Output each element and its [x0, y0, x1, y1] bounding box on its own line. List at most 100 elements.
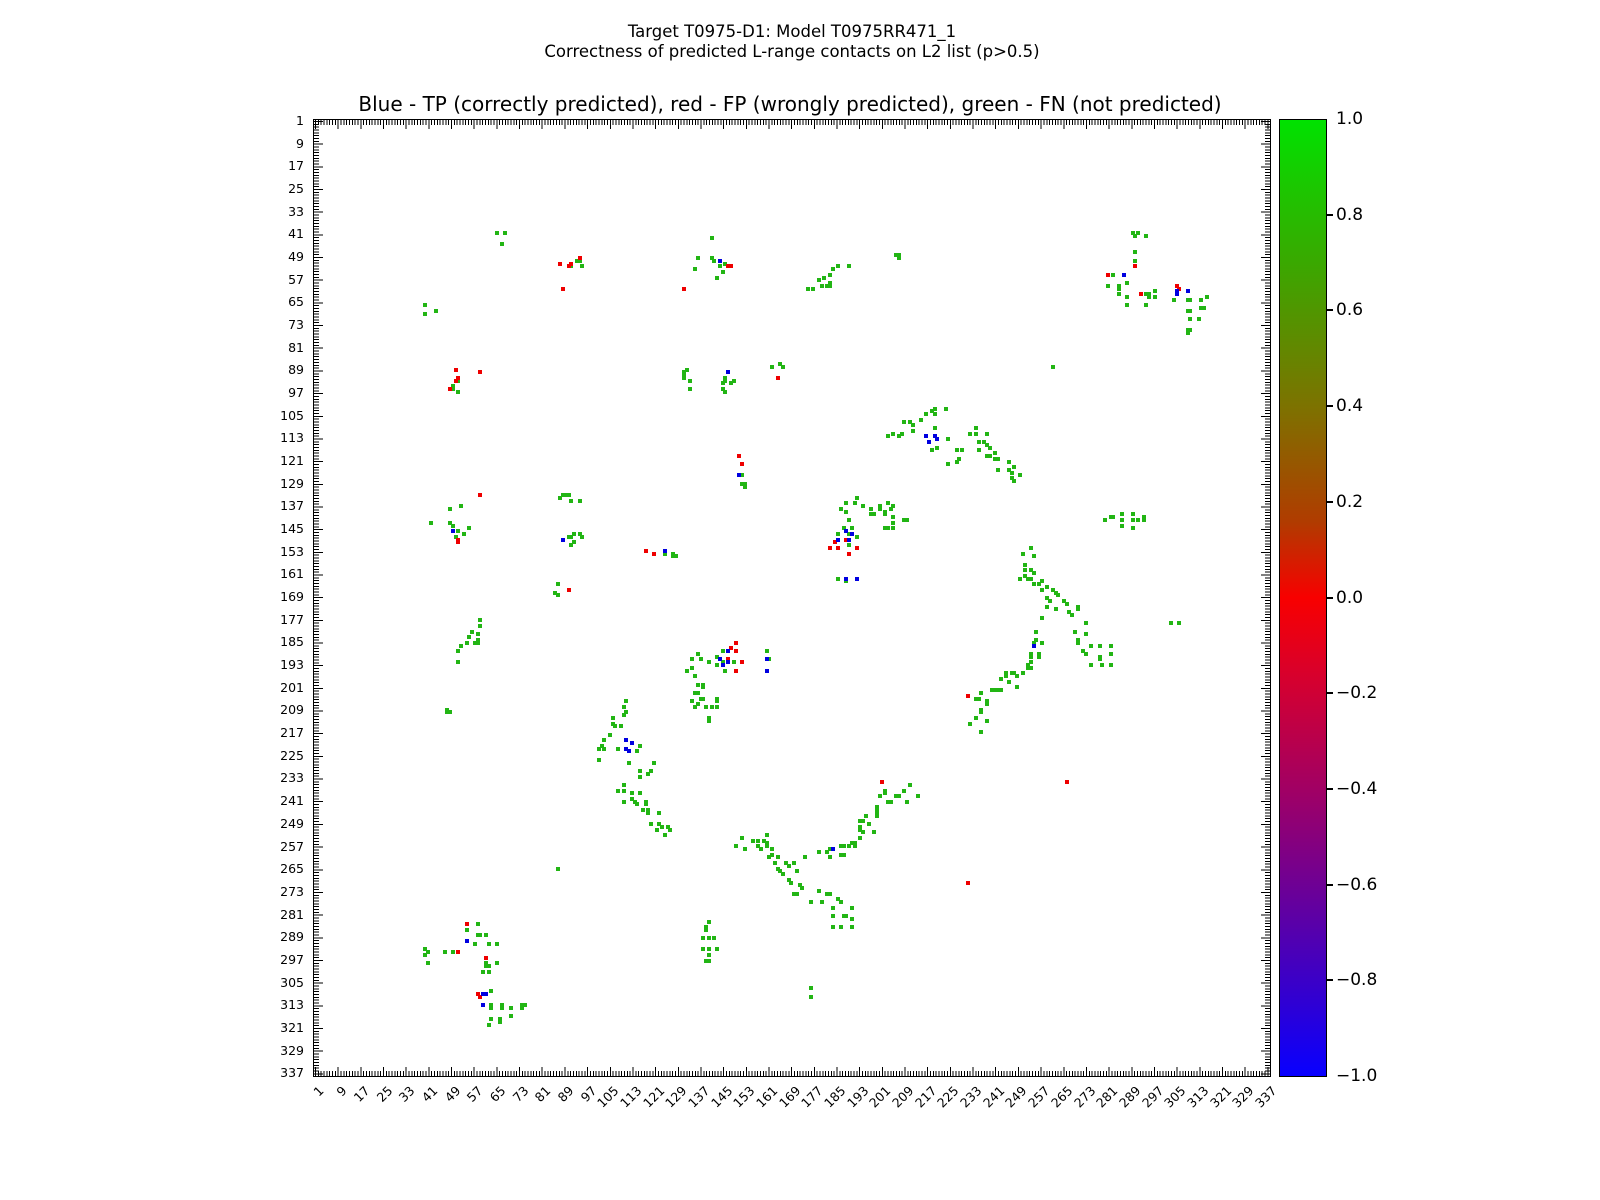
contact-point-fn — [844, 501, 848, 505]
contact-point-fn — [1034, 630, 1038, 634]
contact-point-fn — [701, 685, 705, 689]
contact-point-fn — [635, 802, 639, 806]
contact-point-fn — [1188, 298, 1192, 302]
contact-point-fn — [465, 928, 469, 932]
contact-point-fn — [622, 800, 626, 804]
contact-point-fn — [1021, 671, 1025, 675]
contact-point-fn — [1186, 331, 1190, 335]
y-tick-label: 233 — [230, 770, 304, 785]
contact-point-tp — [844, 529, 848, 533]
contact-point-fn — [690, 699, 694, 703]
contact-point-fn — [478, 933, 482, 937]
contact-point-fn — [704, 705, 708, 709]
contact-point-fn — [638, 791, 642, 795]
contact-point-fn — [919, 418, 923, 422]
contact-point-tp — [721, 663, 725, 667]
contact-point-fn — [704, 925, 708, 929]
contact-point-fp — [729, 264, 733, 268]
contact-point-tp — [1175, 292, 1179, 296]
contact-point-fn — [580, 535, 584, 539]
contact-point-fn — [1188, 309, 1192, 313]
contact-point-fn — [423, 303, 427, 307]
colorbar-tick-label: −0.6 — [1336, 875, 1377, 895]
x-tick-label: 265 — [1048, 1083, 1075, 1110]
contact-point-fn — [831, 906, 835, 910]
contact-point-fn — [663, 833, 667, 837]
contact-point-fn — [842, 844, 846, 848]
x-tick-label: 153 — [730, 1083, 757, 1110]
y-tick-label: 17 — [230, 158, 304, 173]
contact-point-fn — [688, 387, 692, 391]
contact-point-tp — [484, 992, 488, 996]
contact-point-fn — [867, 822, 871, 826]
contact-point-fn — [1029, 655, 1033, 659]
contact-point-fn — [861, 504, 865, 508]
contact-point-fn — [624, 710, 628, 714]
contact-point-fn — [712, 259, 716, 263]
contact-point-fn — [875, 814, 879, 818]
contact-point-fn — [1147, 295, 1151, 299]
contact-point-fn — [886, 526, 890, 530]
contact-point-fn — [977, 448, 981, 452]
contact-point-fn — [1111, 273, 1115, 277]
contact-point-fn — [448, 710, 452, 714]
contact-point-fn — [478, 618, 482, 622]
contact-point-fp — [484, 956, 488, 960]
contact-point-fn — [1084, 632, 1088, 636]
contact-point-fn — [869, 507, 873, 511]
contact-point-fn — [489, 989, 493, 993]
contact-point-fn — [861, 819, 865, 823]
contact-point-fn — [1018, 577, 1022, 581]
contact-point-fn — [974, 432, 978, 436]
contact-point-fn — [988, 446, 992, 450]
y-tick-label: 89 — [230, 362, 304, 377]
x-tick-label: 17 — [351, 1083, 373, 1105]
contact-point-fn — [611, 716, 615, 720]
contact-point-fn — [467, 635, 471, 639]
contact-point-fn — [707, 719, 711, 723]
contact-point-fn — [487, 964, 491, 968]
x-tick-label: 201 — [866, 1083, 893, 1110]
contact-point-fn — [682, 376, 686, 380]
y-tick-label: 241 — [230, 793, 304, 808]
y-tick-label: 249 — [230, 816, 304, 831]
contact-point-fn — [765, 649, 769, 653]
contact-point-fp — [734, 669, 738, 673]
colorbar-tick-mark — [1327, 884, 1333, 886]
contact-point-fn — [500, 242, 504, 246]
contact-point-fn — [1089, 663, 1093, 667]
contact-point-fn — [434, 309, 438, 313]
y-tick-label: 57 — [230, 272, 304, 287]
contact-point-tp — [1032, 644, 1036, 648]
contact-point-fn — [696, 652, 700, 656]
contact-point-tp — [481, 1003, 485, 1007]
contact-point-fn — [787, 864, 791, 868]
x-tick-label: 41 — [419, 1083, 441, 1105]
contact-point-tp — [924, 434, 928, 438]
contact-point-fn — [905, 800, 909, 804]
colorbar-tick-label: 0.4 — [1336, 396, 1363, 416]
contact-point-fn — [1021, 552, 1025, 556]
contact-point-fn — [556, 867, 560, 871]
contact-point-fn — [1056, 593, 1060, 597]
contact-point-fn — [831, 914, 835, 918]
contact-point-fn — [1073, 630, 1077, 634]
contact-point-fn — [487, 1023, 491, 1027]
contact-point-fn — [1065, 602, 1069, 606]
contact-point-fn — [1197, 317, 1201, 321]
contact-point-fn — [853, 501, 857, 505]
contact-point-fn — [891, 526, 895, 530]
colorbar-tick-mark — [1327, 692, 1333, 694]
contact-point-fn — [1169, 621, 1173, 625]
contact-point-fn — [608, 733, 612, 737]
contact-point-fn — [1070, 613, 1074, 617]
contact-point-fn — [638, 744, 642, 748]
contact-point-fp — [966, 881, 970, 885]
x-tick-label: 81 — [532, 1083, 554, 1105]
contact-point-fn — [473, 641, 477, 645]
contact-point-tp — [718, 657, 722, 661]
contact-point-fn — [850, 917, 854, 921]
colorbar-tick-label: 0.2 — [1336, 492, 1363, 512]
contact-point-fn — [770, 853, 774, 857]
contact-point-fn — [1007, 680, 1011, 684]
